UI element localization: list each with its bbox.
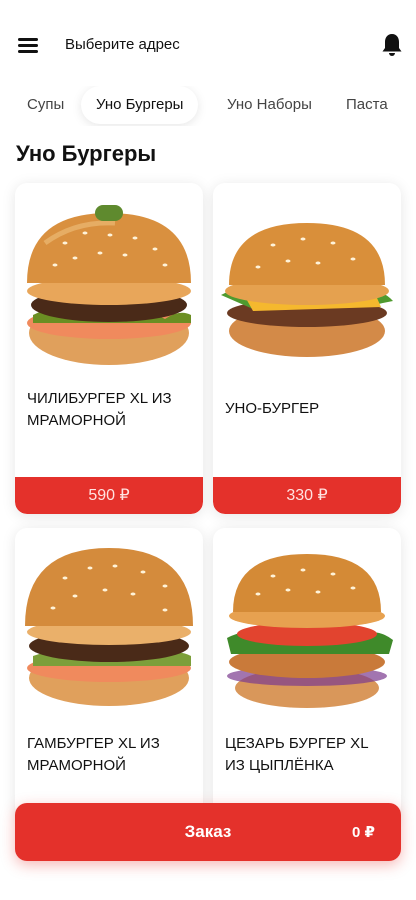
order-button[interactable]: Заказ 0 ₽: [15, 803, 401, 861]
product-card-caesar-burger[interactable]: ЦЕЗАРЬ БУРГЕР XL ИЗ ЦЫПЛЁНКА: [213, 528, 401, 818]
caesar-burger-image: [227, 554, 393, 708]
section-title: Уно Бургеры: [16, 141, 157, 166]
product-price[interactable]: 330 ₽: [213, 477, 401, 514]
tab-soups[interactable]: Супы: [27, 86, 64, 124]
chili-burger-image: [27, 205, 191, 365]
product-card-uno-burger[interactable]: УНО-БУРГЕР 330 ₽: [213, 183, 401, 514]
product-card-hamburger[interactable]: ГАМБУРГЕР XL ИЗ МРАМОРНОЙ: [15, 528, 203, 818]
category-tabs: Супы Уно Бургеры Уно Наборы Паста: [0, 86, 416, 126]
address-selector[interactable]: Выберите адрес: [65, 36, 180, 53]
product-card-chiliburger[interactable]: ЧИЛИБУРГЕР XL ИЗ МРАМОРНОЙ 590 ₽: [15, 183, 203, 514]
tab-uno-sets[interactable]: Уно Наборы: [227, 86, 312, 124]
product-name: ГАМБУРГЕР XL ИЗ МРАМОРНОЙ: [27, 735, 160, 774]
tab-pasta[interactable]: Паста: [346, 86, 388, 124]
product-name: ЧИЛИБУРГЕР XL ИЗ МРАМОРНОЙ: [27, 390, 172, 429]
bell-icon[interactable]: [380, 32, 404, 58]
tab-uno-burgers[interactable]: Уно Бургеры: [81, 86, 199, 124]
cheeseburger-image: [221, 223, 393, 357]
product-name: УНО-БУРГЕР: [225, 400, 320, 417]
product-price[interactable]: 590 ₽: [15, 477, 203, 514]
order-label: Заказ: [184, 822, 232, 841]
menu-icon[interactable]: [18, 36, 40, 54]
top-bar: Выберите адрес: [0, 0, 416, 90]
product-name: ЦЕЗАРЬ БУРГЕР XL ИЗ ЦЫПЛЁНКА: [225, 735, 368, 774]
hamburger-image: [25, 548, 193, 706]
order-total: 0 ₽: [352, 824, 375, 841]
